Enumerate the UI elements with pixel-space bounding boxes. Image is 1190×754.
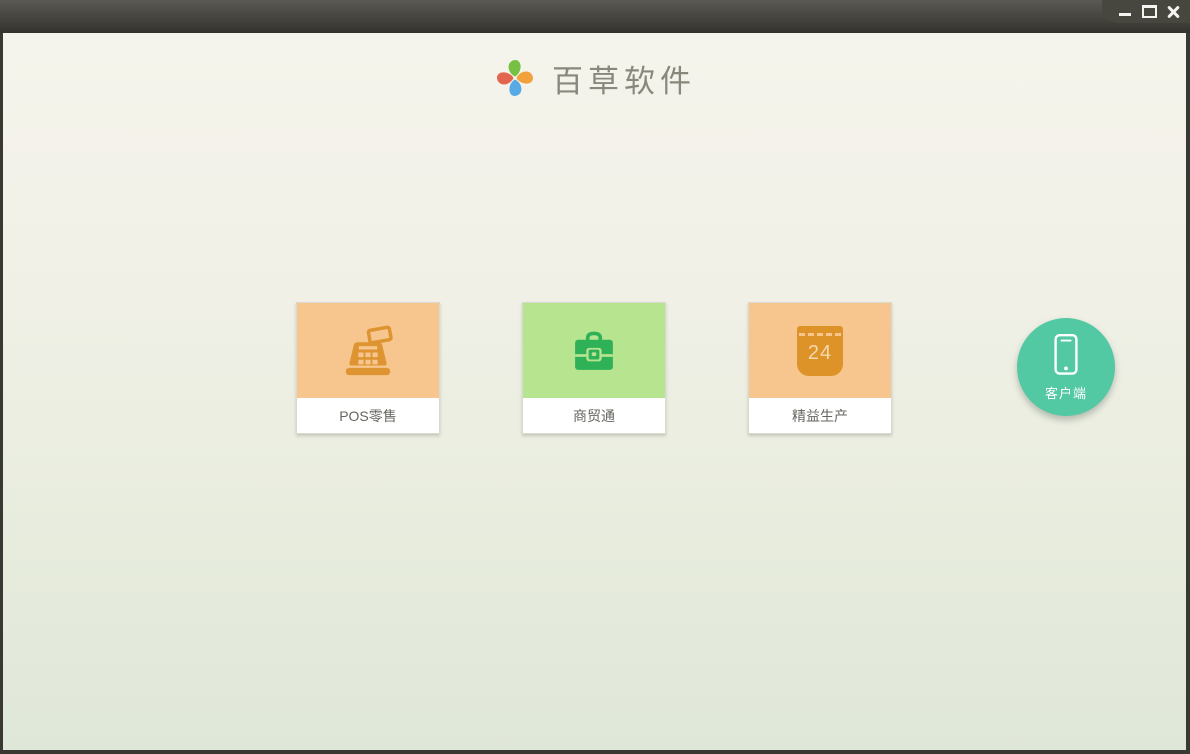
product-card-trade[interactable]: 商贸通 <box>522 302 666 434</box>
trade-label: 商贸通 <box>523 398 665 433</box>
pinwheel-logo-icon <box>496 59 534 97</box>
brand-title: 百草软件 <box>552 63 696 99</box>
product-card-lean[interactable]: 24 精益生产 <box>748 302 892 434</box>
pos-tile <box>297 303 439 398</box>
brand-header: 百草软件 <box>3 55 1186 101</box>
close-button[interactable] <box>1161 0 1185 23</box>
client-button-label: 客户端 <box>1044 386 1087 401</box>
smartphone-icon <box>1054 334 1078 375</box>
logo-petal-top <box>508 59 521 77</box>
lean-tile: 24 <box>749 303 891 398</box>
pos-label: POS零售 <box>297 398 439 433</box>
minimize-button[interactable] <box>1113 0 1137 23</box>
main-content: 百草软件 POS零售 商贸通 24 精益生产 客户端 <box>3 33 1186 750</box>
calendar-icon: 24 <box>797 325 843 376</box>
trade-tile <box>523 303 665 398</box>
cash-register-icon <box>345 325 393 375</box>
lean-label: 精益生产 <box>749 398 891 433</box>
titlebar <box>0 0 1190 33</box>
client-button[interactable]: 客户端 <box>1017 318 1115 416</box>
logo-petal-right <box>516 71 534 84</box>
product-card-pos[interactable]: POS零售 <box>296 302 440 434</box>
logo-petal-bottom <box>509 79 522 97</box>
logo-petal-left <box>496 72 514 85</box>
calendar-day: 24 <box>807 341 833 364</box>
minimize-icon <box>1119 12 1131 16</box>
maximize-icon <box>1141 5 1157 18</box>
briefcase-icon <box>575 331 613 370</box>
maximize-button[interactable] <box>1137 0 1161 23</box>
close-icon <box>1167 5 1179 18</box>
window-controls <box>1102 0 1190 23</box>
calendar-dashes <box>799 332 841 336</box>
